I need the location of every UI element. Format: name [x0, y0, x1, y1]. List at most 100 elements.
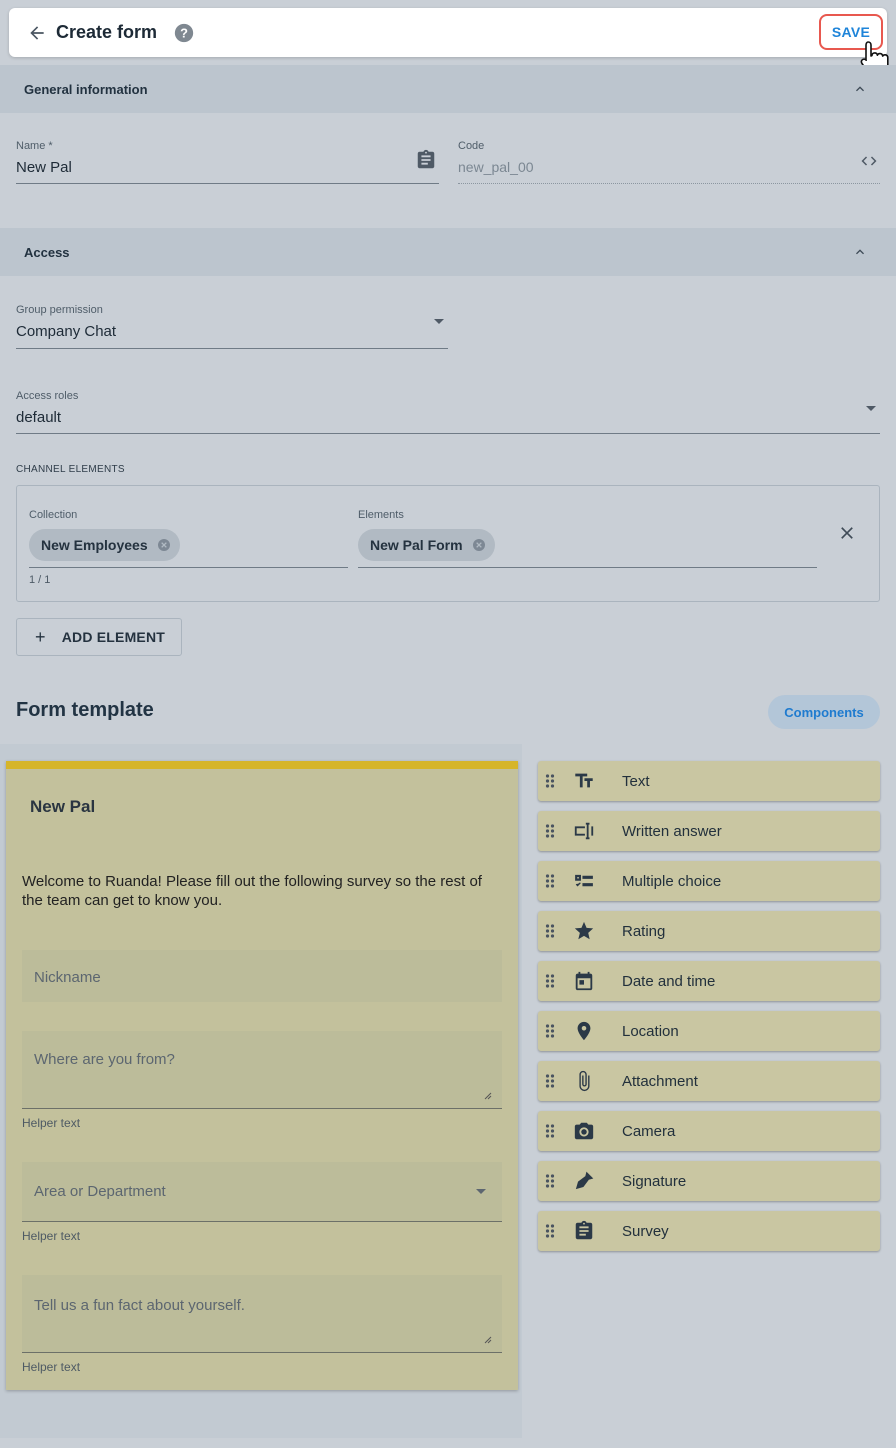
code-field: Code new_pal_00 — [458, 140, 880, 186]
dropdown-caret-icon[interactable] — [432, 317, 446, 327]
component-label: Location — [622, 1022, 679, 1040]
form-title: New Pal — [30, 797, 96, 816]
help-icon[interactable]: ? — [173, 22, 195, 44]
checklist-icon — [572, 869, 596, 893]
chevron-up-icon[interactable] — [852, 244, 868, 260]
component-label: Text — [622, 772, 650, 790]
where-from-textarea[interactable]: Where are you from? — [22, 1031, 502, 1109]
drag-handle-icon[interactable] — [538, 811, 562, 851]
plus-icon: + — [35, 626, 46, 647]
component-label: Camera — [622, 1122, 676, 1140]
star-icon — [572, 919, 596, 943]
name-value[interactable]: New Pal — [16, 159, 72, 176]
chevron-up-icon[interactable] — [852, 81, 868, 97]
collection-chip[interactable]: New Employees — [29, 529, 180, 561]
drag-handle-icon[interactable] — [538, 861, 562, 901]
add-element-label: ADD ELEMENT — [61, 629, 166, 645]
drag-handle-icon[interactable] — [538, 911, 562, 951]
collection-underline — [29, 567, 348, 568]
calendar-icon — [572, 969, 596, 993]
drag-handle-icon[interactable] — [538, 1011, 562, 1051]
nickname-input[interactable]: Nickname — [22, 950, 502, 1002]
channel-element-row: Collection New Employees Elements New Pa… — [16, 485, 880, 602]
text-field-icon — [572, 819, 596, 843]
back-arrow-icon[interactable] — [23, 19, 51, 47]
chip-label: New Employees — [41, 537, 148, 553]
component-label: Attachment — [622, 1072, 698, 1090]
code-value: new_pal_00 — [458, 159, 534, 175]
location-pin-icon — [572, 1019, 596, 1043]
elements-chip[interactable]: New Pal Form — [358, 529, 495, 561]
access-header[interactable]: Access — [0, 228, 896, 276]
drag-handle-icon[interactable] — [538, 1211, 562, 1251]
code-label: Code — [458, 140, 485, 152]
component-written-answer[interactable]: Written answer — [538, 811, 880, 851]
access-roles-value[interactable]: default — [16, 409, 61, 426]
add-element-button[interactable]: + ADD ELEMENT — [16, 618, 182, 656]
general-information-header[interactable]: General information — [0, 65, 896, 113]
roles-underline — [16, 433, 880, 434]
remove-chip-icon[interactable] — [156, 537, 172, 553]
drag-handle-icon[interactable] — [538, 1111, 562, 1151]
page-title: Create form — [56, 22, 158, 42]
area-department-placeholder: Area or Department — [34, 1183, 166, 1200]
component-label: Multiple choice — [622, 872, 722, 890]
name-field[interactable]: Name * New Pal — [16, 140, 439, 186]
component-signature[interactable]: Signature — [538, 1161, 880, 1201]
components-button[interactable]: Components — [768, 695, 880, 729]
helper-text: Helper text — [22, 1229, 81, 1243]
nickname-placeholder: Nickname — [34, 969, 101, 986]
group-permission-select[interactable]: Group permission Company Chat — [16, 304, 448, 350]
component-label: Rating — [622, 922, 666, 940]
group-underline — [16, 348, 448, 349]
component-text[interactable]: Text — [538, 761, 880, 801]
form-preview-card: New Pal Welcome to Ruanda! Please fill o… — [6, 761, 518, 1390]
resize-handle-icon[interactable] — [484, 1336, 492, 1344]
area-department-select[interactable]: Area or Department — [22, 1162, 502, 1222]
drag-handle-icon[interactable] — [538, 761, 562, 801]
access-roles-label: Access roles — [16, 390, 79, 402]
name-label: Name * — [16, 140, 53, 152]
access-roles-select[interactable]: Access roles default — [16, 390, 880, 436]
collection-label: Collection — [29, 509, 78, 521]
camera-icon — [572, 1119, 596, 1143]
component-multiple-choice[interactable]: Multiple choice — [538, 861, 880, 901]
resize-handle-icon[interactable] — [484, 1092, 492, 1100]
drag-handle-icon[interactable] — [538, 961, 562, 1001]
close-icon[interactable] — [837, 523, 857, 543]
component-rating[interactable]: Rating — [538, 911, 880, 951]
component-location[interactable]: Location — [538, 1011, 880, 1051]
component-camera[interactable]: Camera — [538, 1111, 880, 1151]
component-date-time[interactable]: Date and time — [538, 961, 880, 1001]
fun-fact-placeholder: Tell us a fun fact about yourself. — [34, 1297, 245, 1314]
where-from-placeholder: Where are you from? — [34, 1051, 175, 1068]
elements-underline — [358, 567, 817, 568]
form-description: Welcome to Ruanda! Please fill out the f… — [22, 873, 482, 909]
collection-field[interactable]: Collection New Employees — [29, 509, 348, 569]
section-title: Access — [24, 244, 70, 260]
svg-text:?: ? — [180, 25, 188, 40]
component-attachment[interactable]: Attachment — [538, 1061, 880, 1101]
text-format-icon — [572, 769, 596, 793]
elements-field[interactable]: Elements New Pal Form — [358, 509, 817, 569]
drag-handle-icon[interactable] — [538, 1061, 562, 1101]
elements-label: Elements — [358, 509, 404, 521]
code-underline — [458, 183, 880, 184]
channel-elements-heading: CHANNEL ELEMENTS — [16, 464, 125, 475]
drag-handle-icon[interactable] — [538, 1161, 562, 1201]
dropdown-caret-icon[interactable] — [864, 404, 878, 414]
remove-chip-icon[interactable] — [471, 537, 487, 553]
fun-fact-textarea[interactable]: Tell us a fun fact about yourself. — [22, 1275, 502, 1353]
component-survey[interactable]: Survey — [538, 1211, 880, 1251]
dropdown-caret-icon[interactable] — [476, 1189, 486, 1194]
code-brackets-icon[interactable] — [860, 152, 878, 170]
component-label: Written answer — [622, 822, 722, 840]
pen-icon — [572, 1169, 596, 1193]
chip-label: New Pal Form — [370, 537, 463, 553]
helper-text: Helper text — [22, 1116, 81, 1130]
group-permission-value[interactable]: Company Chat — [16, 323, 116, 340]
clipboard-icon[interactable] — [415, 149, 437, 171]
component-label: Date and time — [622, 972, 716, 990]
clipboard-icon — [572, 1219, 596, 1243]
name-underline — [16, 183, 439, 184]
